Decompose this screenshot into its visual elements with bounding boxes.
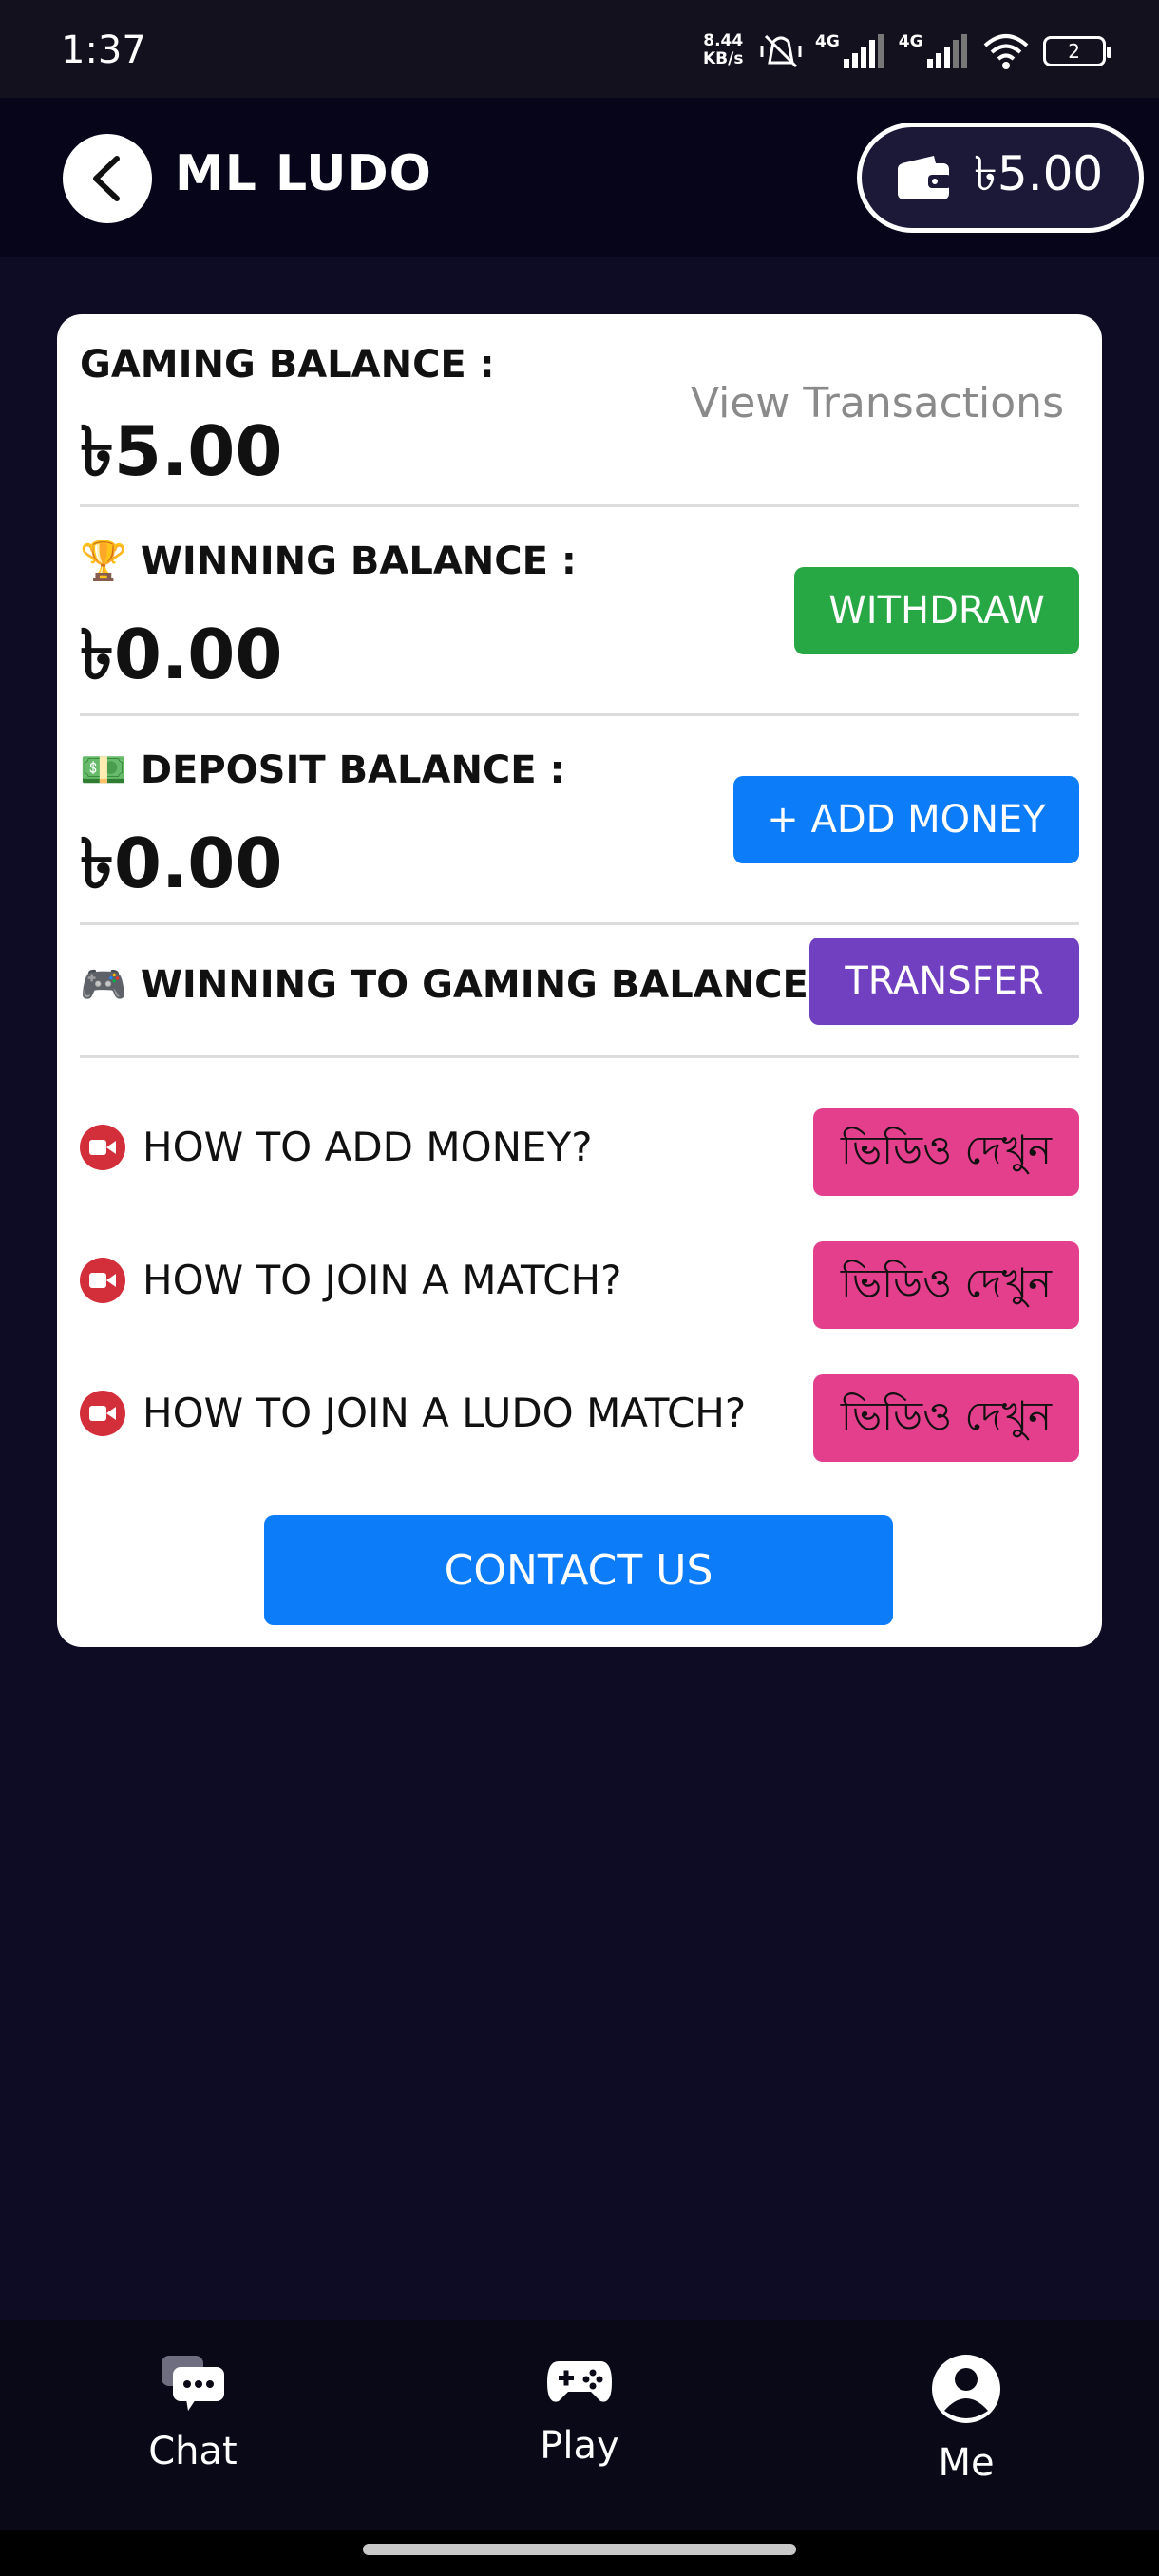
back-button[interactable]	[63, 134, 152, 223]
wallet-amount: ৳5.00	[974, 145, 1104, 201]
battery-level: 2	[1068, 40, 1080, 63]
bottom-nav: Chat Play Me	[0, 2320, 1159, 2530]
help-row-label: HOW TO ADD MONEY?	[142, 1124, 593, 1170]
nav-item-label: Play	[540, 2424, 619, 2468]
nav-item-me[interactable]: Me	[871, 2354, 1061, 2485]
watch-video-button[interactable]: ভিডিও দেখুন	[813, 1108, 1079, 1196]
winning-balance-label-text: WINNING BALANCE :	[140, 539, 577, 583]
network-type-2: 4G	[898, 32, 923, 51]
divider	[80, 1055, 1079, 1058]
nav-item-label: Me	[938, 2441, 995, 2485]
wallet-card: GAMING BALANCE : ৳5.00 View Transactions…	[57, 314, 1102, 1647]
network-speed-unit: KB/s	[703, 49, 744, 68]
help-row-label: HOW TO JOIN A MATCH?	[142, 1257, 622, 1303]
deposit-balance-value: ৳0.00	[80, 824, 283, 903]
network-speed: 8.44 KB/s	[703, 32, 743, 68]
transfer-label: 🎮 WINNING TO GAMING BALANCE	[80, 962, 808, 1008]
battery-icon: 2	[1042, 36, 1112, 66]
money-icon: 💵	[80, 748, 127, 792]
deposit-balance-label: 💵 DEPOSIT BALANCE :	[80, 748, 565, 793]
wallet-button[interactable]: ৳5.00	[857, 123, 1144, 233]
signal-icon	[926, 34, 967, 68]
divider	[80, 504, 1079, 507]
home-indicator[interactable]	[363, 2544, 796, 2555]
app-title: ML LUDO	[175, 145, 432, 202]
app-screen: 1:37 8.44 KB/s 4G 4G 2 ML LUDO ৳5.00 GAM…	[0, 0, 1159, 2576]
trophy-icon: 🏆	[80, 540, 127, 583]
add-money-button[interactable]: + ADD MONEY	[733, 776, 1079, 863]
nav-item-chat[interactable]: Chat	[98, 2354, 288, 2473]
help-row: HOW TO JOIN A LUDO MATCH?	[80, 1390, 746, 1436]
wallet-icon	[898, 156, 951, 199]
winning-balance-value: ৳0.00	[80, 615, 283, 694]
chevron-left-icon	[93, 156, 120, 201]
deposit-balance-label-text: DEPOSIT BALANCE :	[140, 748, 565, 792]
divider	[80, 922, 1079, 925]
help-row: HOW TO ADD MONEY?	[80, 1124, 593, 1170]
contact-us-button[interactable]: CONTACT US	[264, 1515, 893, 1625]
help-row: HOW TO JOIN A MATCH?	[80, 1257, 621, 1303]
vibrate-icon	[760, 34, 802, 68]
withdraw-button[interactable]: WITHDRAW	[794, 567, 1079, 654]
gamepad-emoji-icon: 🎮	[80, 963, 127, 1007]
video-camera-icon	[80, 1124, 125, 1170]
help-row-label: HOW TO JOIN A LUDO MATCH?	[142, 1390, 747, 1436]
video-camera-icon	[80, 1390, 125, 1436]
network-speed-value: 8.44	[703, 31, 744, 50]
gaming-balance-value: ৳5.00	[80, 411, 283, 491]
nav-item-play[interactable]: Play	[484, 2354, 674, 2468]
divider	[80, 713, 1079, 716]
watch-video-button[interactable]: ভিডিও দেখুন	[813, 1241, 1079, 1329]
status-time: 1:37	[61, 28, 146, 72]
status-icons: 4G 4G 2	[760, 30, 1112, 72]
gaming-balance-label-text: GAMING BALANCE :	[80, 343, 495, 387]
signal-icon	[843, 34, 884, 68]
status-bar: 1:37 8.44 KB/s 4G 4G 2	[0, 0, 1159, 98]
winning-balance-label: 🏆 WINNING BALANCE :	[80, 539, 577, 584]
wifi-icon	[983, 34, 1028, 69]
gamepad-icon	[547, 2361, 612, 2402]
user-icon	[932, 2355, 1000, 2423]
network-type-1: 4G	[815, 32, 840, 51]
transfer-label-text: WINNING TO GAMING BALANCE	[140, 962, 808, 1007]
gaming-balance-label: GAMING BALANCE :	[80, 343, 495, 387]
chat-icon	[162, 2356, 224, 2411]
nav-item-label: Chat	[148, 2430, 238, 2473]
transfer-button[interactable]: TRANSFER	[809, 938, 1079, 1025]
app-header: ML LUDO ৳5.00	[0, 98, 1159, 257]
video-camera-icon	[80, 1257, 125, 1303]
watch-video-button[interactable]: ভিডিও দেখুন	[813, 1374, 1079, 1462]
view-transactions-link[interactable]: View Transactions	[691, 379, 1064, 427]
